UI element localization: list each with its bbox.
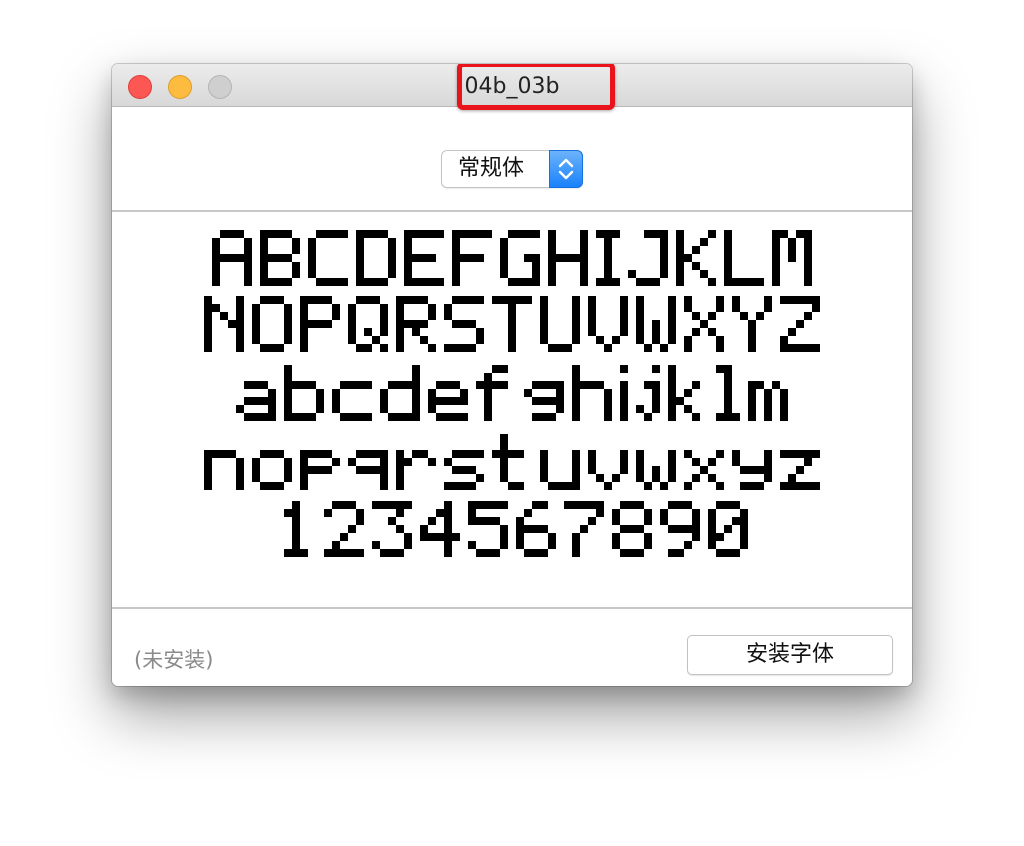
glyph — [212, 230, 252, 286]
glyph — [204, 450, 244, 490]
select-stepper[interactable] — [549, 150, 583, 188]
font-style-select[interactable]: 常规体 — [441, 150, 583, 188]
glyph — [732, 296, 772, 352]
glyph — [620, 365, 628, 421]
glyph — [588, 296, 628, 352]
glyph — [540, 296, 580, 352]
glyph — [324, 501, 364, 557]
glyph — [612, 501, 652, 557]
glyph — [452, 230, 492, 286]
specimen-glyphs: ABCDEFGHIJKLM NOPQRSTUVWXYZ abcdefghijklm n… — [204, 230, 820, 557]
specimen-line-text: nopqrstuvwxyz — [512, 472, 520, 475]
specimen-line-text: ABCDEFGHIJKLM — [512, 268, 520, 271]
glyph — [348, 450, 388, 490]
glyph — [308, 230, 348, 286]
chevron-up-down-icon — [558, 158, 574, 180]
glyph — [204, 296, 244, 352]
glyph — [684, 450, 724, 490]
glyph — [524, 381, 564, 421]
glyph — [724, 230, 764, 286]
glyph — [420, 501, 460, 557]
glyph — [252, 450, 292, 490]
glyph — [476, 365, 508, 421]
glyph — [668, 365, 700, 421]
glyph — [404, 230, 444, 286]
glyph — [780, 450, 820, 490]
glyph — [628, 230, 668, 286]
glyph — [660, 501, 700, 557]
title-highlight-box — [457, 64, 615, 110]
glyph — [300, 296, 340, 352]
glyph — [780, 296, 820, 352]
glyph — [772, 230, 812, 286]
specimen-line: NOPQRSTUVWXYZ — [204, 296, 820, 352]
glyph — [260, 230, 300, 286]
specimen-line-text: abcdefghijklm — [512, 404, 519, 406]
glyph — [396, 450, 436, 490]
glyph — [300, 450, 340, 490]
glyph — [372, 501, 412, 557]
glyph — [708, 501, 748, 557]
install-status: (未安装) — [134, 648, 214, 672]
glyph — [732, 450, 772, 490]
glyph — [444, 296, 484, 352]
glyph — [428, 381, 468, 421]
font-specimen: ABCDEFGHIJKLM NOPQRSTUVWXYZ abcdefghijklm n… — [112, 216, 912, 606]
glyph — [540, 450, 580, 490]
glyph — [492, 434, 524, 490]
glyph — [588, 450, 628, 490]
glyph — [596, 230, 620, 286]
glyph — [444, 450, 484, 490]
glyph — [516, 501, 556, 557]
glyph — [492, 296, 532, 352]
glyph — [500, 230, 540, 286]
glyph — [564, 501, 604, 557]
glyph — [348, 296, 388, 352]
glyph — [396, 296, 436, 352]
divider-bottom — [112, 607, 912, 609]
glyph — [548, 230, 588, 286]
glyph — [636, 296, 676, 352]
glyph — [284, 365, 324, 421]
glyph — [572, 365, 612, 421]
glyph — [684, 296, 724, 352]
specimen-line: abcdefghijklm — [236, 365, 788, 421]
specimen-line: nopqrstuvwxyz — [204, 434, 820, 490]
install-font-button[interactable]: 安装字体 — [687, 635, 893, 675]
glyph — [236, 381, 276, 421]
glyph — [636, 365, 660, 421]
glyph — [468, 501, 508, 557]
glyph — [284, 501, 308, 557]
divider-top — [112, 210, 912, 212]
glyph — [332, 381, 372, 421]
specimen-line: 1234567890 — [284, 501, 748, 557]
glyph — [676, 230, 716, 286]
glyph — [252, 296, 292, 352]
glyph — [356, 230, 396, 286]
title-bar[interactable]: 04b_03b — [112, 64, 912, 110]
glyph — [716, 365, 740, 421]
specimen-line: ABCDEFGHIJKLM — [212, 230, 812, 286]
glyph — [636, 450, 676, 490]
glyph — [380, 365, 420, 421]
font-style-label: 常规体 — [458, 156, 525, 181]
glyph — [748, 381, 788, 421]
font-preview-window: 04b_03b 常规体 ABCDEFGHIJKLM NOPQRSTUVWXYZ ab… — [112, 64, 912, 686]
